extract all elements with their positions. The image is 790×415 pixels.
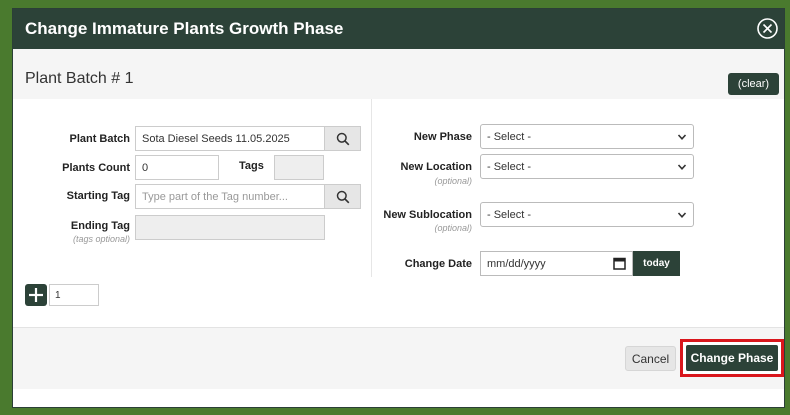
chevron-down-icon <box>677 132 687 145</box>
tags-input <box>274 155 324 180</box>
batch-title: Plant Batch # 1 <box>25 70 134 87</box>
new-phase-value: - Select - <box>487 131 532 143</box>
plant-batch-input[interactable]: Sota Diesel Seeds 11.05.2025 <box>135 126 325 151</box>
add-batch-row: 1 <box>13 281 784 327</box>
cancel-button[interactable]: Cancel <box>625 346 676 371</box>
clear-button[interactable]: (clear) <box>728 73 779 95</box>
new-location-label: New Location <box>400 161 472 173</box>
ending-tag-label: Ending Tag <box>70 220 130 232</box>
starting-tag-search-button[interactable] <box>324 184 361 209</box>
new-phase-label: New Phase <box>413 131 472 143</box>
starting-tag-input[interactable]: Type part of the Tag number... <box>135 184 325 209</box>
change-date-placeholder: mm/dd/yyyy <box>487 258 546 270</box>
add-batch-button[interactable] <box>25 284 47 306</box>
new-sublocation-select[interactable]: - Select - <box>480 202 694 227</box>
plant-batch-label: Plant Batch <box>69 133 130 145</box>
new-sublocation-label: New Sublocation <box>383 209 472 221</box>
plus-icon <box>25 288 47 310</box>
close-circle-icon[interactable] <box>756 17 779 40</box>
change-date-input[interactable]: mm/dd/yyyy <box>480 251 633 276</box>
new-sublocation-note: (optional) <box>434 223 472 233</box>
batch-header: Plant Batch # 1 (clear) <box>13 49 784 99</box>
change-phase-dialog: Change Immature Plants Growth Phase Plan… <box>12 8 785 408</box>
dialog-titlebar: Change Immature Plants Growth Phase <box>13 9 784 49</box>
chevron-down-icon <box>677 210 687 223</box>
tags-label: Tags <box>239 160 264 172</box>
new-phase-select[interactable]: - Select - <box>480 124 694 149</box>
ending-tag-input <box>135 215 325 240</box>
new-location-note: (optional) <box>434 176 472 186</box>
dialog-footer: Cancel Change Phase <box>13 327 784 389</box>
today-button[interactable]: today <box>633 251 680 276</box>
new-sublocation-value: - Select - <box>487 209 532 221</box>
new-location-value: - Select - <box>487 161 532 173</box>
plants-count-label: Plants Count <box>62 162 130 174</box>
calendar-icon[interactable] <box>613 257 626 273</box>
chevron-down-icon <box>677 162 687 175</box>
change-phase-button[interactable]: Change Phase <box>686 345 778 371</box>
change-date-label: Change Date <box>404 258 472 270</box>
batch-form: Plant Batch Sota Diesel Seeds 11.05.2025… <box>13 99 784 281</box>
plant-batch-search-button[interactable] <box>324 126 361 151</box>
new-location-select[interactable]: - Select - <box>480 154 694 179</box>
starting-tag-label: Starting Tag <box>66 190 130 202</box>
dialog-title: Change Immature Plants Growth Phase <box>25 19 344 38</box>
plants-count-input[interactable]: 0 <box>135 155 219 180</box>
column-divider <box>371 99 372 277</box>
ending-tag-note: (tags optional) <box>72 234 130 244</box>
batch-count-input[interactable]: 1 <box>49 284 99 306</box>
change-phase-highlight: Change Phase <box>680 339 784 377</box>
